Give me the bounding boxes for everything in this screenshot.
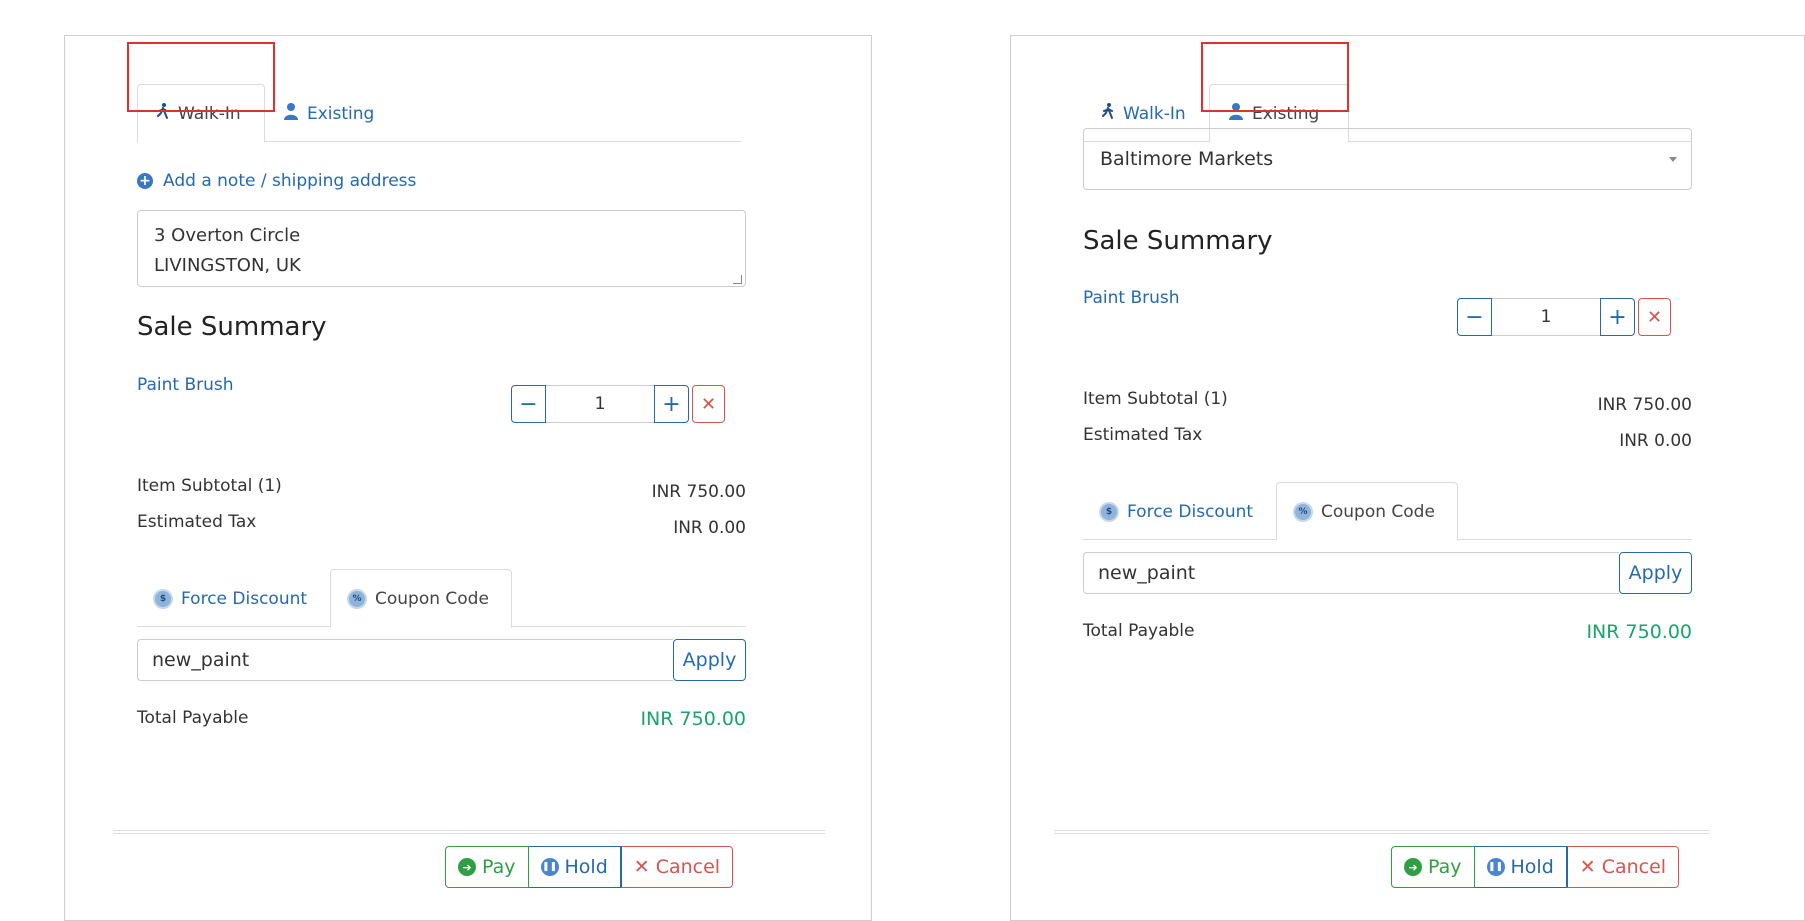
coupon-form: new_paint Apply <box>1083 552 1692 594</box>
tab-force-discount[interactable]: $ Force Discount <box>137 569 330 628</box>
total-payable-value: INR 750.00 <box>640 708 746 730</box>
discount-badge-icon: $ <box>155 590 171 607</box>
total-payable-label: Total Payable <box>137 708 249 728</box>
hold-label: Hold <box>1510 856 1554 878</box>
item-subtotal-row: Item Subtotal (1) INR 750.00 <box>137 476 746 502</box>
footer-divider <box>1054 830 1709 834</box>
tab-walk-in[interactable]: Walk-In <box>137 84 265 143</box>
tab-coupon-code[interactable]: % Coupon Code <box>330 569 512 628</box>
item-name-link[interactable]: Paint Brush <box>137 375 234 395</box>
existing-checkout-panel: Walk-In Existing Baltimore Markets Sale … <box>1010 35 1805 921</box>
discount-badge-icon: $ <box>1101 503 1117 520</box>
item-subtotal-label: Item Subtotal (1) <box>1083 389 1228 409</box>
arrow-right-circle-icon: ➔ <box>1404 858 1422 876</box>
pay-label: Pay <box>482 856 516 878</box>
walkin-checkout-panel: Walk-In Existing + Add a note / shipping… <box>64 35 872 921</box>
decrease-quantity-button[interactable]: − <box>1457 298 1492 336</box>
address-line-2: LIVINGSTON, UK <box>154 255 301 276</box>
estimated-tax-value: INR 0.00 <box>1619 431 1692 451</box>
apply-coupon-button[interactable]: Apply <box>1619 552 1692 594</box>
customer-select-value: Baltimore Markets <box>1100 148 1274 170</box>
tab-coupon-code-label: Coupon Code <box>1321 501 1435 522</box>
estimated-tax-label: Estimated Tax <box>1083 425 1203 445</box>
user-icon <box>1228 102 1244 125</box>
decrease-quantity-button[interactable]: − <box>511 385 546 423</box>
quantity-stepper: − 1 + ✕ <box>1457 298 1671 336</box>
cancel-button[interactable]: ✕ Cancel <box>620 846 734 888</box>
coupon-badge-icon: % <box>349 590 365 607</box>
cancel-label: Cancel <box>1601 856 1667 878</box>
hold-label: Hold <box>564 856 608 878</box>
increase-quantity-button[interactable]: + <box>1600 298 1635 336</box>
resize-grip-icon[interactable] <box>733 275 742 284</box>
checkout-actions: ➔ Pay ❚❚ Hold ✕ Cancel <box>1391 846 1680 888</box>
shipping-address-textarea[interactable]: 3 Overton Circle LIVINGSTON, UK <box>137 210 746 287</box>
item-subtotal-value: INR 750.00 <box>651 482 746 502</box>
close-icon: ✕ <box>1579 856 1596 878</box>
tab-coupon-code-label: Coupon Code <box>375 588 489 609</box>
remove-item-button[interactable]: ✕ <box>692 385 725 423</box>
sale-summary-title: Sale Summary <box>137 312 327 342</box>
plus-circle-icon: + <box>137 173 153 189</box>
customer-select[interactable]: Baltimore Markets <box>1083 128 1692 190</box>
tab-walk-in-label: Walk-In <box>178 103 241 124</box>
coupon-badge-icon: % <box>1295 503 1311 520</box>
estimated-tax-row: Estimated Tax INR 0.00 <box>137 512 746 538</box>
discount-tabs: $ Force Discount % Coupon Code <box>1083 482 1692 541</box>
coupon-code-input[interactable]: new_paint <box>137 639 673 681</box>
apply-coupon-button[interactable]: Apply <box>673 639 746 681</box>
coupon-code-input[interactable]: new_paint <box>1083 552 1619 594</box>
tab-force-discount[interactable]: $ Force Discount <box>1083 482 1276 541</box>
tab-force-discount-label: Force Discount <box>1127 501 1254 522</box>
walking-person-icon <box>1101 102 1115 125</box>
quantity-input[interactable]: 1 <box>546 385 654 423</box>
item-subtotal-row: Item Subtotal (1) INR 750.00 <box>1083 389 1692 415</box>
address-line-1: 3 Overton Circle <box>154 225 301 246</box>
estimated-tax-value: INR 0.00 <box>673 518 746 538</box>
total-payable-label: Total Payable <box>1083 621 1195 641</box>
hold-button[interactable]: ❚❚ Hold <box>528 846 621 888</box>
total-payable-value: INR 750.00 <box>1586 621 1692 643</box>
tab-force-discount-label: Force Discount <box>181 588 308 609</box>
hold-button[interactable]: ❚❚ Hold <box>1474 846 1567 888</box>
tab-existing-label: Existing <box>307 103 375 124</box>
add-note-label: Add a note / shipping address <box>163 171 417 191</box>
item-subtotal-value: INR 750.00 <box>1597 395 1692 415</box>
pay-button[interactable]: ➔ Pay <box>1391 846 1475 888</box>
user-icon <box>283 102 299 125</box>
pay-label: Pay <box>1428 856 1462 878</box>
coupon-form: new_paint Apply <box>137 639 746 681</box>
increase-quantity-button[interactable]: + <box>654 385 689 423</box>
cancel-button[interactable]: ✕ Cancel <box>1566 846 1680 888</box>
estimated-tax-row: Estimated Tax INR 0.00 <box>1083 425 1692 451</box>
quantity-stepper: − 1 + ✕ <box>511 385 725 423</box>
tab-existing-label: Existing <box>1252 103 1320 124</box>
walking-person-icon <box>156 102 170 125</box>
estimated-tax-label: Estimated Tax <box>137 512 257 532</box>
item-name-link[interactable]: Paint Brush <box>1083 288 1180 308</box>
chevron-down-icon <box>1669 157 1677 162</box>
customer-type-tabs: Walk-In Existing <box>137 84 741 143</box>
footer-divider <box>113 830 825 834</box>
pause-circle-icon: ❚❚ <box>1486 858 1505 876</box>
pause-circle-icon: ❚❚ <box>540 858 559 876</box>
tab-walk-in-label: Walk-In <box>1123 103 1186 124</box>
close-icon: ✕ <box>633 856 650 878</box>
total-payable-row: Total Payable INR 750.00 <box>1083 621 1692 643</box>
tab-existing[interactable]: Existing <box>265 84 405 143</box>
item-subtotal-label: Item Subtotal (1) <box>137 476 282 496</box>
sale-summary-title: Sale Summary <box>1083 226 1273 256</box>
arrow-right-circle-icon: ➔ <box>458 858 476 876</box>
remove-item-button[interactable]: ✕ <box>1638 298 1671 336</box>
total-payable-row: Total Payable INR 750.00 <box>137 708 746 730</box>
add-note-link[interactable]: + Add a note / shipping address <box>137 171 416 191</box>
quantity-input[interactable]: 1 <box>1492 298 1600 336</box>
pay-button[interactable]: ➔ Pay <box>445 846 529 888</box>
cancel-label: Cancel <box>655 856 721 878</box>
checkout-actions: ➔ Pay ❚❚ Hold ✕ Cancel <box>445 846 734 888</box>
tab-coupon-code[interactable]: % Coupon Code <box>1276 482 1458 541</box>
discount-tabs: $ Force Discount % Coupon Code <box>137 569 746 628</box>
